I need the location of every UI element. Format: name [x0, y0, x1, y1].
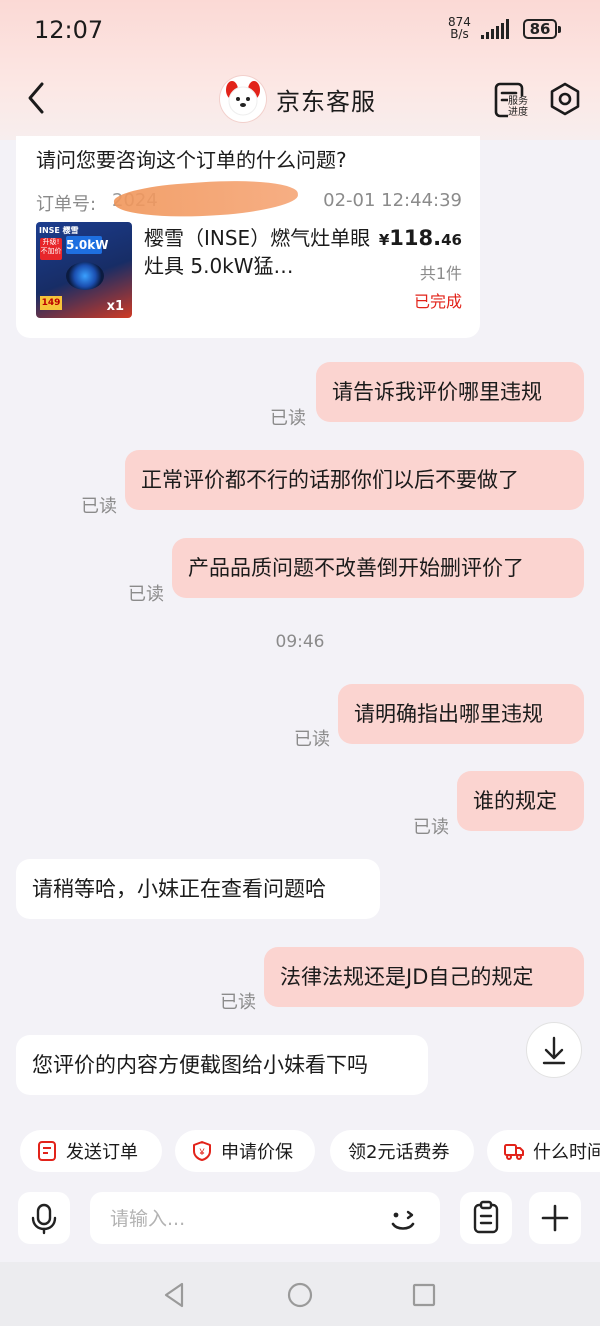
read-receipt: 已读: [413, 817, 449, 838]
nav-recents-icon[interactable]: [407, 1278, 441, 1312]
service-title: 京东客服: [220, 76, 376, 122]
input-bar: [0, 1184, 600, 1254]
item-count: 共1件: [419, 264, 462, 283]
status-bar: 12:07 874 B/s 86: [0, 0, 600, 60]
read-receipt: 已读: [81, 496, 117, 517]
battery-icon: 86: [523, 19, 561, 39]
read-receipt: 已读: [270, 408, 306, 429]
order-time: 02-01 12:44:39: [323, 190, 462, 211]
order-question: 请问您要咨询这个订单的什么问题?: [36, 148, 347, 172]
system-nav-bar: [0, 1262, 600, 1326]
product-price: ¥118.46: [378, 226, 462, 250]
settings-icon[interactable]: [548, 82, 582, 116]
order-icon: [38, 1141, 56, 1161]
clipboard-button[interactable]: [460, 1192, 512, 1244]
status-time: 12:07: [34, 16, 104, 44]
price-protect-icon: ¥: [193, 1141, 211, 1161]
order-status: 已完成: [413, 292, 462, 311]
message-bubble-outgoing[interactable]: 正常评价都不行的话那你们以后不要做了: [125, 450, 584, 510]
product-name: 樱雪（INSE）燃气灶单眼灶具 5.0kW猛…: [144, 226, 371, 278]
plus-icon: [541, 1204, 569, 1232]
svg-text:¥: ¥: [198, 1147, 205, 1157]
burner-image: [66, 262, 104, 290]
redaction-mark: [113, 175, 299, 223]
message-bubble-outgoing[interactable]: 法律法规还是JD自己的规定: [264, 947, 584, 1007]
order-number-label: 订单号:: [36, 194, 97, 215]
signal-icon: [481, 19, 509, 39]
message-bubble-incoming[interactable]: 您评价的内容方便截图给小妹看下吗: [16, 1035, 428, 1095]
quick-action-price-protect[interactable]: ¥ 申请价保: [175, 1130, 315, 1172]
message-bubble-outgoing[interactable]: 请告诉我评价哪里违规: [316, 362, 584, 422]
quick-action-coupon[interactable]: 领2元话费券: [330, 1130, 474, 1172]
chat-header: 京东客服 服务 进度: [0, 66, 600, 130]
microphone-icon: [31, 1203, 57, 1235]
more-button[interactable]: [529, 1192, 581, 1244]
product-qty: x1: [106, 299, 124, 314]
page-title: 京东客服: [276, 87, 376, 116]
order-card[interactable]: 请问您要咨询这个订单的什么问题? 订单号: 2024 02-01 12:44:3…: [16, 136, 480, 338]
emoji-wink-icon[interactable]: [386, 1202, 420, 1236]
product-thumbnail[interactable]: INSE 樱雪 升级!不加价 5.0kW 149 x1: [36, 222, 132, 318]
message-bubble-incoming[interactable]: 请稍等哈，小妹正在查看问题哈: [16, 859, 380, 919]
arrow-down-icon: [542, 1036, 566, 1065]
back-arrow-icon[interactable]: [22, 78, 52, 118]
scroll-to-bottom-button[interactable]: [526, 1022, 582, 1078]
read-receipt: 已读: [294, 729, 330, 750]
service-progress-label: 服务 进度: [508, 96, 528, 118]
read-receipt: 已读: [220, 992, 256, 1013]
message-bubble-outgoing[interactable]: 谁的规定: [457, 771, 584, 831]
jd-mascot-avatar: [220, 76, 266, 122]
nav-back-icon[interactable]: [158, 1278, 192, 1312]
quick-action-delivery-time[interactable]: 什么时间: [487, 1130, 600, 1172]
truck-icon: [504, 1144, 524, 1160]
message-bubble-outgoing[interactable]: 请明确指出哪里违规: [338, 684, 584, 744]
network-speed: 874 B/s: [448, 15, 471, 41]
voice-button[interactable]: [18, 1192, 70, 1244]
quick-action-send-order[interactable]: 发送订单: [20, 1130, 162, 1172]
read-receipt: 已读: [128, 584, 164, 605]
clipboard-icon: [473, 1200, 499, 1234]
nav-home-icon[interactable]: [283, 1278, 317, 1312]
message-input-field[interactable]: [90, 1192, 440, 1244]
timestamp: 09:46: [275, 632, 325, 652]
message-bubble-outgoing[interactable]: 产品品质问题不改善倒开始删评价了: [172, 538, 584, 598]
message-input[interactable]: [108, 1202, 372, 1236]
